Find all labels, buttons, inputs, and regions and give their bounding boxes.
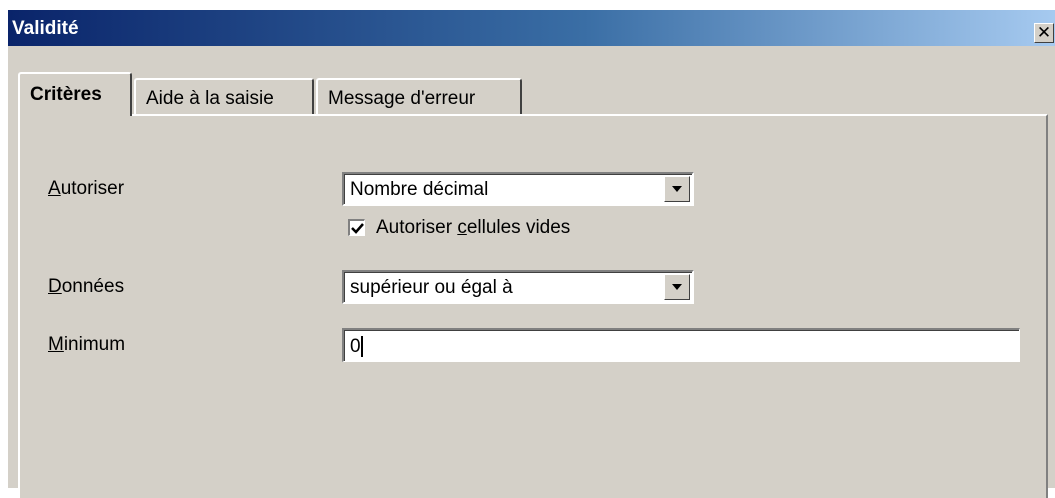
close-icon: ✕ — [1036, 23, 1052, 42]
tab-aide-saisie[interactable]: Aide à la saisie — [134, 78, 314, 114]
tab-label: Critères — [30, 84, 102, 105]
tab-criteres[interactable]: Critères — [18, 72, 132, 116]
allow-label: Autoriser — [48, 178, 125, 199]
data-label: Données — [48, 276, 125, 297]
title-bar[interactable]: Validité ✕ — [8, 10, 1055, 46]
text-caret — [361, 336, 363, 357]
minimum-input[interactable]: 0 — [342, 328, 1020, 362]
minimum-label: Minimum — [48, 334, 126, 355]
allow-dropdown-button[interactable] — [664, 176, 690, 202]
tab-message-erreur[interactable]: Message d'erreur — [316, 78, 522, 114]
allow-empty-label[interactable]: Autoriser cellules vides — [376, 217, 570, 239]
data-select-value: supérieur ou égal à — [350, 277, 513, 298]
allow-select[interactable]: Nombre décimal — [342, 172, 694, 206]
dialog-title: Validité — [12, 18, 79, 39]
data-dropdown-button[interactable] — [664, 274, 690, 300]
validity-dialog: Validité ✕ Critères Aide à la saisie Mes… — [8, 10, 1055, 498]
checkmark-icon — [351, 223, 364, 234]
allow-select-value: Nombre décimal — [350, 179, 489, 200]
criteria-panel: Autoriser Nombre décimal Autoriser cellu… — [18, 114, 1048, 498]
close-button[interactable]: ✕ — [1034, 23, 1054, 43]
tab-label: Message d'erreur — [328, 88, 476, 109]
minimum-value: 0 — [350, 336, 361, 357]
chevron-down-icon — [672, 284, 682, 290]
data-select[interactable]: supérieur ou égal à — [342, 270, 694, 304]
allow-empty-checkbox[interactable] — [348, 219, 365, 236]
chevron-down-icon — [672, 186, 682, 192]
tab-label: Aide à la saisie — [146, 88, 274, 109]
